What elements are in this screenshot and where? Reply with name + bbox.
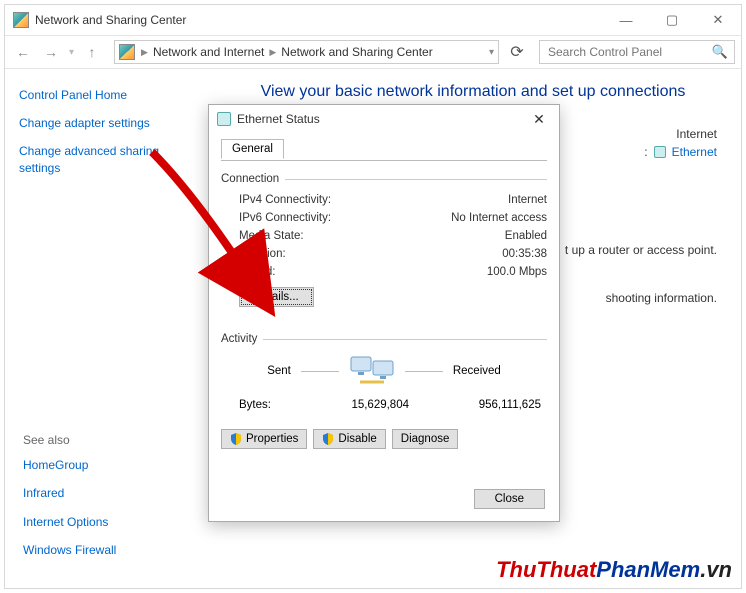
page-title: View your basic network information and …: [229, 83, 717, 101]
window-title: Network and Sharing Center: [35, 13, 603, 27]
forward-button[interactable]: →: [39, 40, 63, 64]
dialog-close-button[interactable]: ✕: [525, 108, 553, 130]
close-dialog-button[interactable]: Close: [474, 489, 545, 509]
diagnose-button[interactable]: Diagnose: [392, 429, 459, 449]
see-also-heading: See also: [23, 433, 203, 447]
bytes-sent-value: 15,629,804: [299, 399, 409, 411]
breadcrumb[interactable]: Network and Internet: [150, 43, 267, 61]
ipv4-label: IPv4 Connectivity:: [239, 194, 508, 206]
activity-group-label: Activity: [221, 333, 257, 345]
control-panel-home-link[interactable]: Control Panel Home: [19, 87, 191, 103]
toolbar: ← → ▾ ↑ ▶ Network and Internet ▶ Network…: [5, 35, 741, 69]
see-also-infrared[interactable]: Infrared: [23, 485, 203, 501]
search-icon: 🔍: [712, 44, 728, 60]
see-also-homegroup[interactable]: HomeGroup: [23, 457, 203, 473]
ipv6-label: IPv6 Connectivity:: [239, 212, 451, 224]
active-networks-fragment: Internet : Ethernet: [644, 127, 717, 159]
text-fragment: t up a router or access point.: [565, 243, 717, 257]
duration-value: 00:35:38: [502, 248, 547, 260]
ethernet-icon: [217, 112, 231, 126]
connection-group-label: Connection: [221, 173, 279, 185]
details-button[interactable]: Details...: [239, 287, 314, 307]
shield-icon: [230, 433, 242, 445]
shield-icon: [322, 433, 334, 445]
bytes-label: Bytes:: [239, 399, 299, 411]
ethernet-icon: [654, 146, 666, 158]
dialog-title: Ethernet Status: [237, 112, 525, 126]
breadcrumb[interactable]: Network and Sharing Center: [278, 43, 435, 61]
bytes-received-value: 956,111,625: [455, 399, 547, 411]
maximize-button[interactable]: ▢: [649, 5, 695, 35]
sidebar: Control Panel Home Change adapter settin…: [5, 69, 205, 588]
text-fragment: shooting information.: [606, 291, 717, 305]
media-state-label: Media State:: [239, 230, 505, 242]
ethernet-status-dialog: Ethernet Status ✕ General Connection IPv…: [208, 104, 560, 522]
ipv4-value: Internet: [508, 194, 547, 206]
speed-value: 100.0 Mbps: [487, 266, 547, 278]
control-panel-icon: [13, 12, 29, 28]
search-box[interactable]: 🔍: [539, 40, 735, 64]
close-button[interactable]: ✕: [695, 5, 741, 35]
tab-strip: General: [221, 139, 547, 161]
ethernet-link[interactable]: Ethernet: [672, 145, 717, 159]
tab-general[interactable]: General: [221, 139, 284, 159]
ipv6-value: No Internet access: [451, 212, 547, 224]
media-state-value: Enabled: [505, 230, 547, 242]
computers-icon: [349, 353, 395, 389]
search-input[interactable]: [546, 44, 712, 60]
see-also-internet-options[interactable]: Internet Options: [23, 514, 203, 530]
chevron-right-icon: ▶: [141, 47, 148, 58]
control-panel-icon: [119, 44, 135, 60]
chevron-right-icon: ▶: [269, 47, 276, 58]
speed-label: Speed:: [239, 266, 487, 278]
minimize-button[interactable]: —: [603, 5, 649, 35]
titlebar: Network and Sharing Center — ▢ ✕: [5, 5, 741, 35]
back-button[interactable]: ←: [11, 40, 35, 64]
received-label: Received: [453, 365, 501, 377]
up-button[interactable]: ↑: [80, 40, 104, 64]
properties-button[interactable]: Properties: [221, 429, 307, 449]
disable-button[interactable]: Disable: [313, 429, 385, 449]
address-dropdown-button[interactable]: ▾: [489, 47, 494, 58]
dialog-titlebar: Ethernet Status ✕: [209, 105, 559, 133]
sidebar-link-adapter[interactable]: Change adapter settings: [19, 115, 191, 131]
address-bar[interactable]: ▶ Network and Internet ▶ Network and Sha…: [114, 40, 499, 64]
duration-label: Duration:: [239, 248, 502, 260]
sent-label: Sent: [267, 365, 291, 377]
see-also-windows-firewall[interactable]: Windows Firewall: [23, 542, 203, 558]
recent-locations-button[interactable]: ▾: [67, 47, 76, 58]
watermark: ThuThuatPhanMem.vn: [496, 557, 732, 583]
sidebar-link-advanced-sharing[interactable]: Change advanced sharing settings: [19, 143, 191, 175]
refresh-button[interactable]: ⟳: [505, 40, 529, 64]
internet-label: Internet: [644, 127, 717, 141]
